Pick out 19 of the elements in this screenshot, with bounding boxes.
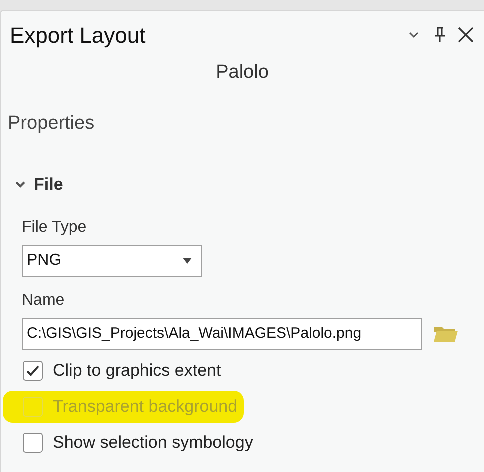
close-icon[interactable] — [458, 27, 474, 43]
pane-title: Export Layout — [10, 22, 147, 50]
checkbox[interactable] — [23, 360, 43, 380]
field-label: Name — [22, 292, 65, 308]
checkbox-label: Transparent background — [53, 396, 238, 418]
check-mark-icon — [26, 364, 40, 376]
section-heading: Properties — [8, 112, 95, 134]
file-name-field[interactable]: C:\GIS\GIS_Projects\Ala_Wai\IMAGES\Palolo.png — [22, 318, 422, 350]
pin-icon[interactable] — [434, 27, 446, 43]
checkbox-label: Show selection symbology — [53, 432, 254, 454]
chevron-down-icon[interactable] — [408, 31, 420, 39]
expand-chevron-icon — [15, 180, 26, 189]
checkbox-label: Clip to graphics extent — [53, 360, 222, 382]
field-label: File Type — [22, 218, 87, 236]
dropdown-arrow-icon — [183, 258, 192, 264]
layout-name: Palolo — [216, 61, 269, 85]
checkbox[interactable] — [23, 432, 43, 452]
file-type-dropdown[interactable]: PNG — [22, 244, 202, 276]
file-group-header[interactable]: File — [15, 172, 64, 198]
